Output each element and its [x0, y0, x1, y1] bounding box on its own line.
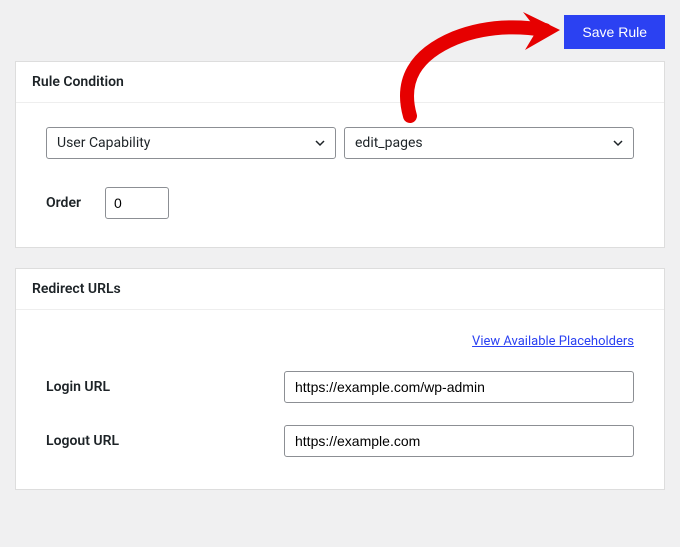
login-url-input[interactable] [284, 371, 634, 403]
view-placeholders-link[interactable]: View Available Placeholders [472, 334, 634, 349]
redirect-urls-title: Redirect URLs [16, 269, 664, 310]
capability-type-value: User Capability [57, 135, 150, 151]
rule-condition-title: Rule Condition [16, 62, 664, 103]
save-rule-button[interactable]: Save Rule [564, 15, 665, 49]
capability-value-select[interactable]: edit_pages [344, 127, 634, 159]
logout-url-label: Logout URL [46, 433, 284, 449]
rule-condition-panel: Rule Condition User Capability edit_page… [15, 61, 665, 248]
capability-type-select[interactable]: User Capability [46, 127, 336, 159]
logout-url-input[interactable] [284, 425, 634, 457]
capability-value-text: edit_pages [355, 135, 423, 151]
order-label: Order [46, 195, 81, 211]
order-input[interactable] [105, 187, 169, 219]
login-url-label: Login URL [46, 379, 284, 395]
redirect-urls-panel: Redirect URLs View Available Placeholder… [15, 268, 665, 490]
